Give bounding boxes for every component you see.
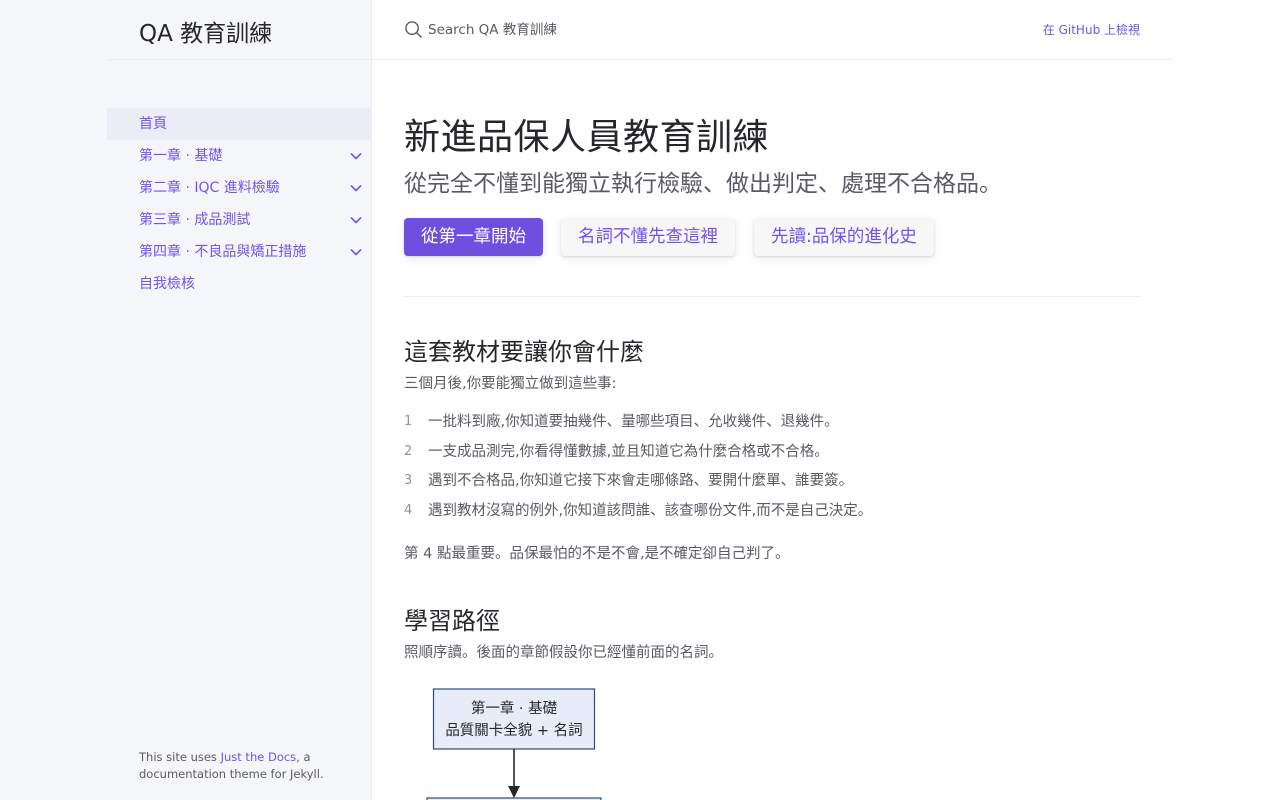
history-button[interactable]: 先讀:品保的進化史: [754, 218, 934, 256]
list-item-number: 1: [404, 414, 413, 429]
sidebar-item-chapter-4[interactable]: 第四章 · 不良品與矯正措施: [107, 236, 372, 268]
github-link[interactable]: 在 GitHub 上檢視: [1043, 21, 1140, 38]
chevron-down-icon[interactable]: [350, 151, 362, 161]
list-item-text: 一支成品測完,你看得懂數據,並且知道它為什麼合格或不合格。: [428, 443, 829, 460]
sidebar-item-chapter-3[interactable]: 第三章 · 成品測試: [107, 204, 372, 236]
flow-node-label: 第一章 · 基礎: [471, 699, 558, 717]
sidebar-nav: 首頁 第一章 · 基礎 第二章 · IQC 進料檢驗 第三章 · 成品測試 第四…: [107, 108, 372, 300]
search-icon: [405, 21, 422, 38]
list-item-text: 遇到教材沒寫的例外,你知道該問誰、該查哪份文件,而不是自己決定。: [428, 502, 873, 519]
page-lead: 從完全不懂到能獨立執行檢驗、做出判定、處理不合格品。: [404, 171, 1002, 197]
list-item-number: 3: [404, 473, 413, 488]
divider: [404, 296, 1140, 297]
list-item-text: 一批料到廠,你知道要抽幾件、量哪些項目、允收幾件、退幾件。: [428, 414, 839, 430]
sidebar-item-home[interactable]: 首頁: [107, 108, 372, 140]
list-item: 1 一批料到廠,你知道要抽幾件、量哪些項目、允收幾件、退幾件。: [404, 412, 1140, 442]
goals-list: 1 一批料到廠,你知道要抽幾件、量哪些項目、允收幾件、退幾件。 2 一支成品測完…: [404, 412, 1140, 530]
site-title[interactable]: QA 教育訓練: [139, 14, 272, 48]
chevron-down-icon[interactable]: [350, 247, 362, 257]
goals-note: 第 4 點最重要。品保最怕的不是不會,是不確定卻自己判了。: [404, 546, 790, 562]
chevron-down-icon[interactable]: [350, 215, 362, 225]
arrow-down-icon: [508, 786, 520, 798]
sidebar-item-label: 第一章 · 基礎: [139, 148, 223, 164]
sidebar-item-label: 第二章 · IQC 進料檢驗: [139, 180, 280, 196]
sidebar-item-label: 第四章 · 不良品與矯正措施: [139, 244, 307, 260]
section-heading-goals: 這套教材要讓你會什麼: [404, 338, 644, 366]
footer-prefix: This site uses: [139, 750, 221, 764]
sidebar-item-label: 首頁: [139, 116, 167, 132]
sidebar-item-label: 自我檢核: [139, 276, 195, 292]
glossary-button[interactable]: 名詞不懂先查這裡: [561, 218, 735, 256]
sidebar-footer: This site uses Just the Docs, a document…: [139, 749, 339, 783]
list-item-number: 4: [404, 502, 413, 518]
list-item: 4 遇到教材沒寫的例外,你知道該問誰、該查哪份文件,而不是自己決定。: [404, 501, 1140, 531]
search-input[interactable]: [428, 18, 828, 42]
top-bar: 在 GitHub 上檢視: [372, 0, 1172, 60]
start-chapter-1-button[interactable]: 從第一章開始: [404, 218, 543, 256]
section-intro-learning-path: 照順序讀。後面的章節假設你已經懂前面的名詞。: [404, 645, 723, 661]
sidebar-item-label: 第三章 · 成品測試: [139, 212, 251, 228]
sidebar-item-chapter-2[interactable]: 第二章 · IQC 進料檢驗: [107, 172, 372, 204]
section-heading-learning-path: 學習路徑: [404, 607, 500, 635]
learning-path-flowchart: 第一章 · 基礎 品質關卡全貌 + 名詞: [426, 688, 602, 800]
flow-node-chapter-1: [432, 688, 596, 750]
sidebar-header: QA 教育訓練: [107, 0, 372, 60]
list-item-text: 遇到不合格品,你知道它接下來會走哪條路、要開什麼單、誰要簽。: [428, 473, 854, 489]
sidebar-item-chapter-1[interactable]: 第一章 · 基礎: [107, 140, 372, 172]
flow-node-label: 品質關卡全貌 + 名詞: [445, 721, 582, 739]
sidebar-item-self-check[interactable]: 自我檢核: [107, 268, 372, 300]
list-item: 3 遇到不合格品,你知道它接下來會走哪條路、要開什麼單、誰要簽。: [404, 471, 1140, 501]
chevron-down-icon[interactable]: [350, 183, 362, 193]
list-item-number: 2: [404, 443, 413, 459]
just-the-docs-link[interactable]: Just the Docs: [221, 750, 297, 764]
list-item: 2 一支成品測完,你看得懂數據,並且知道它為什麼合格或不合格。: [404, 442, 1140, 472]
section-intro-goals: 三個月後,你要能獨立做到這些事:: [404, 376, 617, 392]
page-title: 新進品保人員教育訓練: [404, 117, 770, 158]
